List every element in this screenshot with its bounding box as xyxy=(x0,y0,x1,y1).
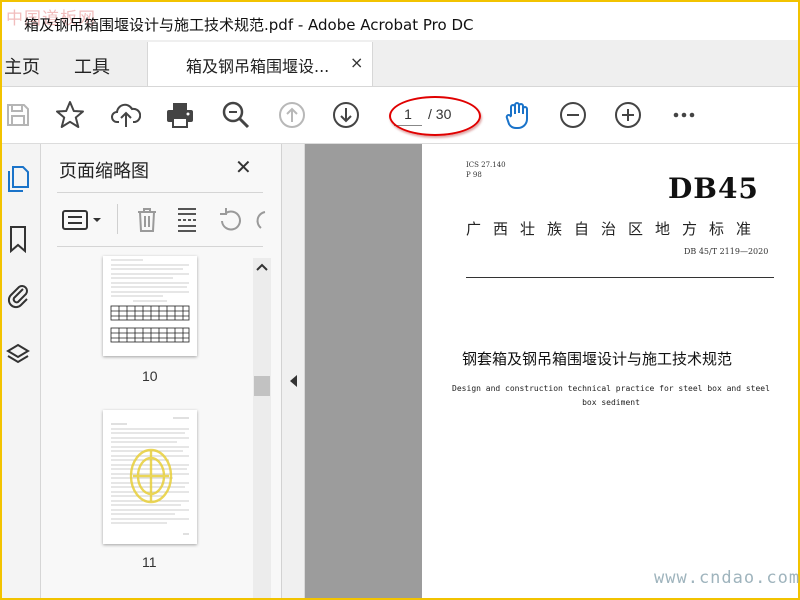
toolbar: / 30 xyxy=(2,87,798,144)
previous-page-icon[interactable] xyxy=(276,99,308,131)
panel-divider-2 xyxy=(57,246,263,247)
navigation-rail xyxy=(2,144,41,598)
ics-line: ICS 27.140 xyxy=(466,161,506,169)
thumbnail-page-11[interactable] xyxy=(103,410,197,544)
title-bar: 中国道板网 箱及钢吊箱围堰设计与施工技术规范.pdf - Adobe Acrob… xyxy=(2,2,798,40)
panel-toolbar xyxy=(57,200,267,240)
thumbnails-panel: 页面缩略图 ✕ 10 11 xyxy=(41,144,282,598)
scroll-up-icon[interactable] xyxy=(253,258,271,276)
extract-pages-icon[interactable] xyxy=(175,206,201,234)
page-total: / 30 xyxy=(428,106,452,122)
zoom-out-icon[interactable] xyxy=(557,99,589,131)
document-title-zh: 钢套箱及钢吊箱围堰设计与施工技术规范 xyxy=(462,350,733,368)
watermark-bottom: www.cndao.com xyxy=(654,568,800,588)
thumbnail-page-10[interactable] xyxy=(103,256,197,356)
page-number-input[interactable] xyxy=(394,103,422,126)
standard-number: DB 45/T 2119—2020 xyxy=(684,247,769,256)
bookmarks-icon[interactable] xyxy=(4,224,32,254)
standard-code: DB45 xyxy=(668,172,759,205)
page-thumbnails-icon[interactable] xyxy=(4,164,32,194)
tab-bar: 主页 工具 箱及钢吊箱围堰设... × xyxy=(2,40,798,87)
tab-close-button[interactable]: × xyxy=(350,53,363,72)
options-menu-icon[interactable] xyxy=(61,208,105,232)
rotate-clockwise-icon[interactable] xyxy=(255,206,267,234)
zoom-in-icon[interactable] xyxy=(612,99,644,131)
header-rule xyxy=(466,277,774,278)
toolbar-divider xyxy=(117,204,118,234)
save-icon[interactable] xyxy=(2,99,34,131)
hand-tool-icon[interactable] xyxy=(502,99,534,131)
tab-document-label: 箱及钢吊箱围堰设... xyxy=(186,57,330,76)
thumbnail-label-10: 10 xyxy=(142,368,158,384)
attachments-icon[interactable] xyxy=(4,280,32,310)
ccs-line: P 98 xyxy=(466,171,482,179)
panel-collapse-strip[interactable] xyxy=(282,144,305,598)
panel-divider xyxy=(57,192,263,193)
delete-icon[interactable] xyxy=(135,206,159,234)
tab-home[interactable]: 主页 xyxy=(4,53,40,79)
ics-code: ICS 27.140 P 98 xyxy=(466,160,506,180)
tab-document[interactable]: 箱及钢吊箱围堰设... × xyxy=(147,42,373,86)
print-icon[interactable] xyxy=(164,99,196,131)
cloud-upload-icon[interactable] xyxy=(110,99,142,131)
collapse-arrow-icon[interactable] xyxy=(288,374,298,388)
tab-tools[interactable]: 工具 xyxy=(74,53,110,79)
next-page-icon[interactable] xyxy=(330,99,362,131)
thumbnail-scrollbar[interactable] xyxy=(253,258,271,598)
document-title-en: Design and construction technical practi… xyxy=(452,384,770,407)
panel-close-button[interactable]: ✕ xyxy=(235,155,252,179)
scrollbar-thumb[interactable] xyxy=(254,376,270,396)
rotate-icon[interactable] xyxy=(217,206,243,234)
document-viewport[interactable]: ICS 27.140 P 98 DB45 广西壮族自治区地方标准 DB 45/T… xyxy=(305,144,798,598)
region-standard-title: 广西壮族自治区地方标准 xyxy=(466,220,764,238)
layers-icon[interactable] xyxy=(4,340,32,370)
page-navigator: / 30 xyxy=(388,101,478,127)
star-icon[interactable] xyxy=(54,99,86,131)
thumbnail-label-11: 11 xyxy=(142,554,157,570)
zoom-search-icon[interactable] xyxy=(220,99,252,131)
more-options-icon[interactable] xyxy=(668,99,700,131)
window-title: 箱及钢吊箱围堰设计与施工技术规范.pdf - Adobe Acrobat Pro… xyxy=(24,16,474,34)
document-page: ICS 27.140 P 98 DB45 广西壮族自治区地方标准 DB 45/T… xyxy=(422,144,798,598)
panel-title: 页面缩略图 xyxy=(59,161,149,182)
